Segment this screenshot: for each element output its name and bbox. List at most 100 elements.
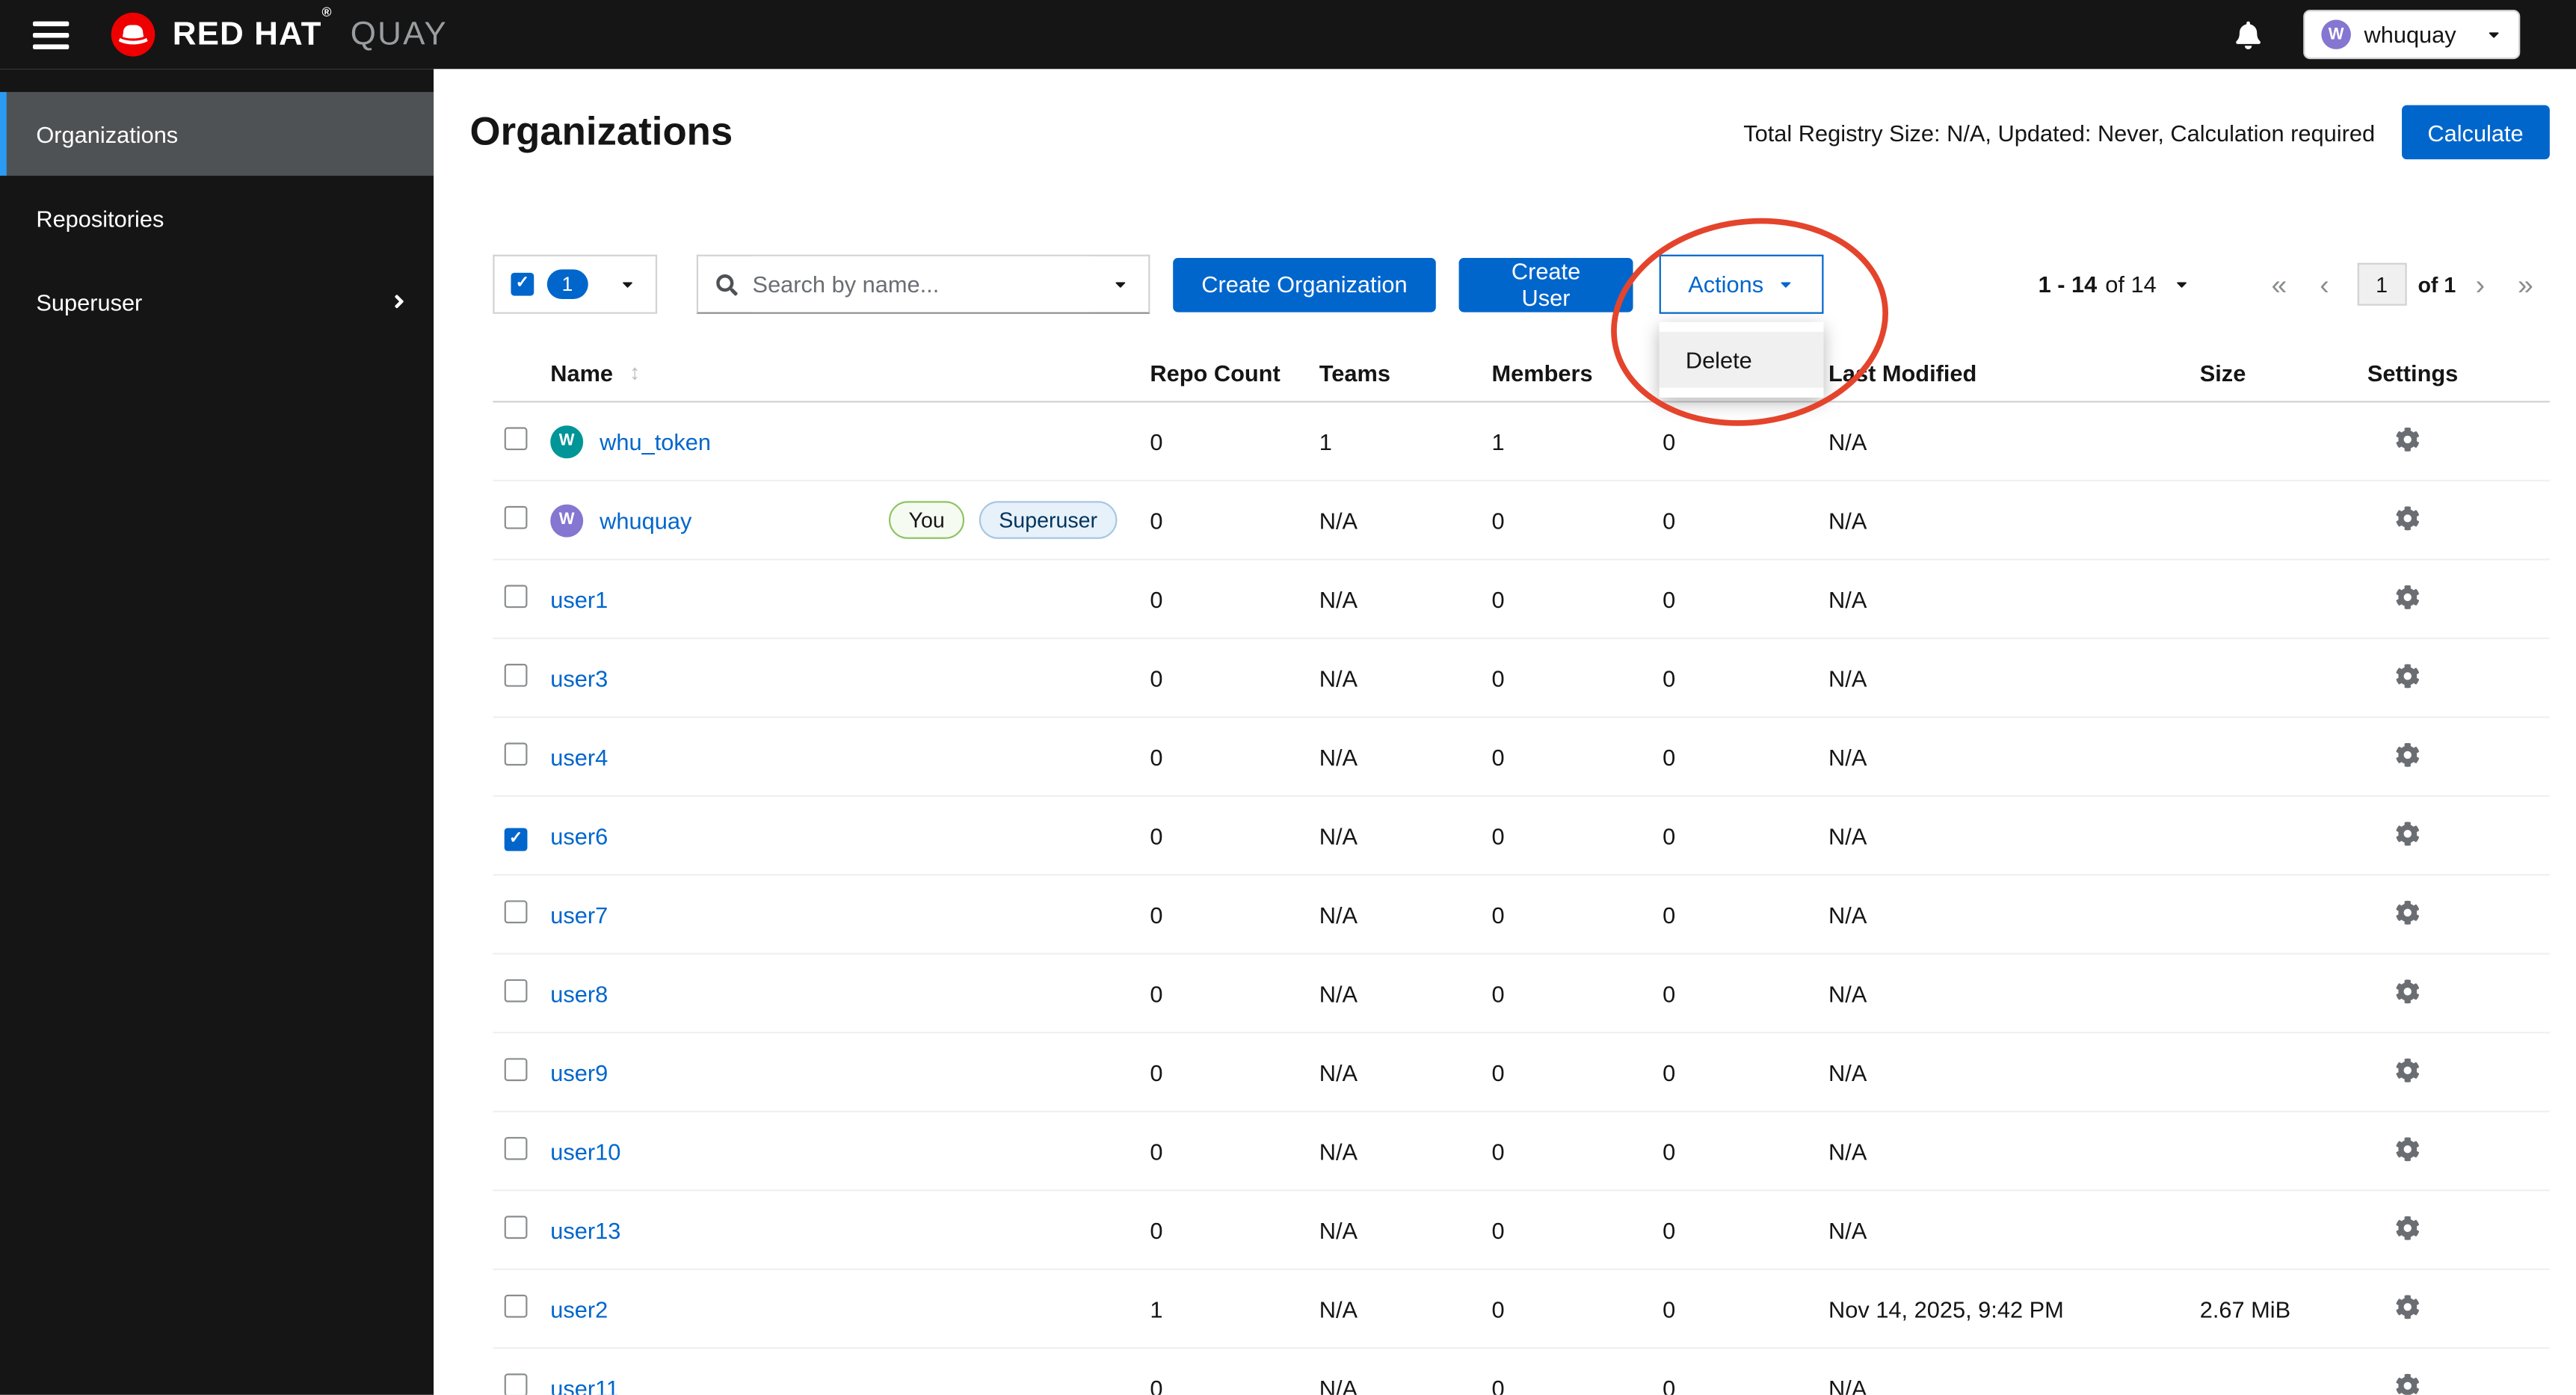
cell-repo-count: 1 [1150, 1295, 1163, 1322]
org-name-link[interactable]: user9 [550, 1059, 608, 1085]
badge-group: You Superuser [889, 501, 1118, 539]
org-name-link[interactable]: user1 [550, 585, 608, 612]
cell-members: 0 [1491, 901, 1505, 928]
chevron-down-icon [2176, 282, 2187, 288]
hamburger-menu-icon[interactable] [32, 20, 70, 49]
row-checkbox-cell [493, 742, 550, 770]
row-checkbox[interactable] [504, 742, 528, 766]
settings-gear-icon[interactable] [2395, 426, 2420, 451]
sort-icon[interactable]: ↕ [629, 360, 640, 384]
row-checkbox[interactable] [504, 663, 528, 687]
cell-last-modified: N/A [1828, 1137, 1867, 1165]
bulk-select-checkbox[interactable] [511, 272, 534, 296]
settings-gear-icon[interactable] [2395, 505, 2420, 530]
row-checkbox[interactable] [504, 1373, 528, 1395]
create-organization-button[interactable]: Create Organization [1173, 256, 1436, 312]
page-number-input[interactable]: 1 [2357, 262, 2407, 306]
settings-gear-icon[interactable] [2395, 1215, 2420, 1240]
layout: Organizations Repositories Superuser Org… [0, 69, 2576, 1395]
org-name-cell: user4 [550, 743, 1150, 769]
org-name-link[interactable]: user13 [550, 1216, 620, 1242]
sidebar-item-organizations[interactable]: Organizations [0, 92, 434, 176]
cell-members: 0 [1491, 743, 1505, 770]
brand: RED HAT® QUAY [108, 4, 448, 59]
settings-gear-icon[interactable] [2395, 663, 2420, 688]
org-name-link[interactable]: user10 [550, 1138, 620, 1164]
menu-item-delete[interactable]: Delete [1659, 331, 1824, 388]
settings-gear-icon[interactable] [2395, 1294, 2420, 1319]
chevron-down-icon [1781, 282, 1792, 288]
user-menu[interactable]: W whuquay [2303, 10, 2521, 60]
cell-robots: 0 [1663, 1216, 1676, 1243]
org-name-link[interactable]: whu_token [600, 428, 711, 455]
user-name: whuquay [2364, 21, 2456, 48]
table-row: W whu_token 0 1 1 0 N/A [493, 402, 2550, 481]
org-name-link[interactable]: user6 [550, 822, 608, 849]
sidebar-item-superuser[interactable]: Superuser [0, 259, 434, 343]
search-filter-toggle[interactable] [1092, 256, 1148, 312]
cell-teams: N/A [1319, 901, 1358, 928]
chevron-down-icon [2489, 32, 2499, 38]
cell-teams: N/A [1319, 506, 1358, 534]
notifications-bell-icon[interactable] [2236, 20, 2261, 49]
bulk-select-dropdown[interactable]: 1 [493, 254, 658, 314]
settings-gear-icon[interactable] [2395, 584, 2420, 609]
org-name-link[interactable]: user2 [550, 1296, 608, 1322]
settings-cell [2367, 505, 2550, 535]
actions-button[interactable]: Actions [1659, 254, 1824, 314]
org-name-cell: W whuquay You Superuser [550, 501, 1150, 539]
page-title: Organizations [469, 109, 733, 154]
org-name-cell: user2 [550, 1296, 1150, 1322]
cell-members: 0 [1491, 1295, 1505, 1322]
row-checkbox[interactable] [504, 1216, 528, 1240]
column-header-name[interactable]: Name ↕ [550, 359, 1150, 385]
create-user-button[interactable]: Create User [1458, 256, 1633, 312]
row-checkbox-cell [493, 1373, 550, 1395]
org-name-link[interactable]: user7 [550, 901, 608, 927]
settings-gear-icon[interactable] [2395, 899, 2420, 924]
org-name-cell: user9 [550, 1059, 1150, 1085]
org-name-link[interactable]: user11 [550, 1374, 619, 1394]
row-checkbox[interactable] [504, 827, 528, 851]
org-name-link[interactable]: user4 [550, 743, 608, 769]
pagination-summary[interactable]: 1 - 14 of 14 [2039, 271, 2190, 298]
row-checkbox[interactable] [504, 1294, 528, 1318]
next-page-button[interactable]: › [2459, 271, 2501, 298]
row-checkbox[interactable] [504, 427, 528, 451]
settings-gear-icon[interactable] [2395, 1136, 2420, 1161]
cell-members: 0 [1491, 1059, 1505, 1085]
last-page-button[interactable]: » [2501, 271, 2550, 298]
settings-cell [2367, 1294, 2550, 1324]
cell-members: 0 [1491, 585, 1505, 612]
table-row: user11 0 N/A 0 0 N/A [493, 1349, 2550, 1395]
settings-gear-icon[interactable] [2395, 1057, 2420, 1082]
previous-page-button[interactable]: ‹ [2303, 271, 2345, 298]
row-checkbox[interactable] [504, 505, 528, 529]
org-name-link[interactable]: user8 [550, 980, 608, 1006]
cell-last-modified: N/A [1828, 664, 1867, 692]
sidebar-item-repositories[interactable]: Repositories [0, 176, 434, 259]
row-checkbox[interactable] [504, 1058, 528, 1082]
first-page-button[interactable]: « [2255, 271, 2304, 298]
row-checkbox[interactable] [504, 979, 528, 1003]
chevron-down-icon[interactable] [620, 276, 636, 292]
row-checkbox[interactable] [504, 1136, 528, 1160]
cell-robots: 0 [1663, 1137, 1676, 1165]
settings-gear-icon[interactable] [2395, 821, 2420, 846]
org-name-link[interactable]: whuquay [600, 507, 691, 533]
search-input[interactable] [752, 256, 1093, 312]
cell-teams: N/A [1319, 585, 1358, 612]
cell-repo-count: 0 [1150, 664, 1163, 692]
cell-members: 0 [1491, 506, 1505, 534]
row-checkbox-cell [493, 900, 550, 928]
search-icon [716, 273, 738, 295]
row-checkbox[interactable] [504, 585, 528, 609]
row-checkbox[interactable] [504, 900, 528, 924]
settings-gear-icon[interactable] [2395, 742, 2420, 766]
settings-gear-icon[interactable] [2395, 979, 2420, 1003]
org-name-link[interactable]: user3 [550, 665, 608, 691]
calculate-button[interactable]: Calculate [2401, 105, 2550, 160]
chevron-down-icon [1115, 282, 1126, 288]
chevron-right-icon [395, 295, 404, 309]
settings-gear-icon[interactable] [2395, 1373, 2420, 1395]
